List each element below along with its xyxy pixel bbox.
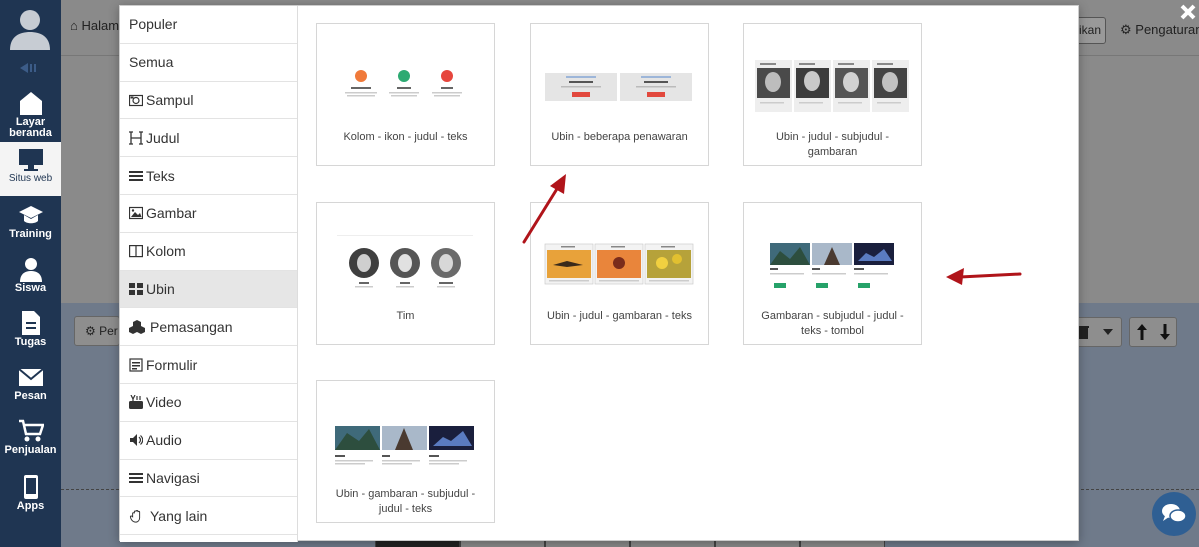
tile-preview: [335, 426, 474, 465]
camera-icon: [129, 94, 143, 107]
arrow-up-icon: [1137, 324, 1147, 340]
sidebar-item-label: Penjualan: [4, 444, 57, 456]
mobile-icon: [23, 475, 38, 499]
background-breadcrumb-home[interactable]: ⌂ Halam: [70, 18, 119, 33]
sidebar-item-label: Training: [9, 228, 52, 240]
tile-label: Ubin - judul - subjudul - gambaran: [775, 131, 890, 158]
category-kolom[interactable]: Kolom: [120, 233, 297, 271]
sidebar-item-label: Situs web: [8, 173, 53, 184]
category-list: Populer Semua Sampul Judul Teks Gambar K…: [120, 6, 298, 542]
envelope-icon: [17, 368, 44, 386]
category-semua[interactable]: Semua: [120, 44, 297, 82]
category-audio[interactable]: Audio: [120, 422, 297, 460]
gear-icon: ⚙: [1120, 22, 1132, 37]
columns-icon: [129, 245, 143, 258]
form-icon: [129, 357, 143, 372]
tile-label: Ubin - gambaran - subjudul - judul - tek…: [335, 488, 476, 515]
tile-tim[interactable]: Tim: [316, 202, 495, 345]
category-formulir[interactable]: Formulir: [120, 346, 297, 384]
sidebar-item-sales[interactable]: Penjualan: [0, 414, 61, 468]
background-bottom-tabs: [375, 540, 885, 547]
annotation-arrow-left: [946, 268, 1022, 285]
th-large-icon: [129, 282, 143, 295]
category-ubin[interactable]: Ubin: [120, 270, 297, 309]
tile-label: Kolom - ikon - judul - teks: [343, 131, 468, 143]
sidebar-item-label: Siswa: [14, 282, 47, 294]
tile-preview: [545, 73, 692, 101]
avatar-icon[interactable]: [7, 6, 53, 50]
chat-bubbles-icon: [1162, 504, 1186, 523]
monitor-icon: [18, 149, 43, 171]
hand-icon: [129, 509, 141, 523]
tile-ubin-beberapa-penawaran[interactable]: Ubin - beberapa penawaran: [530, 23, 709, 166]
sidebar-item-messages[interactable]: Pesan: [0, 360, 61, 414]
sidebar-item-apps[interactable]: Apps: [0, 470, 61, 524]
chat-button[interactable]: [1152, 492, 1196, 536]
youtube-icon: [129, 395, 143, 410]
tile-preview: [345, 70, 462, 97]
category-sampul[interactable]: Sampul: [120, 82, 297, 120]
graduation-cap-icon: [18, 206, 43, 224]
tile-gambaran-subjudul-judul-teks-tombol[interactable]: Gambaran - subjudul - judul - teks - tom…: [743, 202, 922, 345]
header-icon: [129, 131, 143, 145]
sidebar-item-training[interactable]: Training: [0, 198, 61, 252]
caret-down-icon: [1103, 329, 1113, 335]
home-icon: [19, 92, 42, 115]
arrow-down-icon: [1160, 324, 1170, 340]
sidebar-item-label: Apps: [16, 500, 45, 512]
category-populer[interactable]: Populer: [120, 6, 297, 44]
tile-preview: [755, 60, 909, 112]
image-icon: [129, 207, 143, 220]
tile-label: Ubin - beberapa penawaran: [551, 131, 688, 143]
sidebar-item-website[interactable]: Situs web: [0, 142, 61, 196]
category-gambar[interactable]: Gambar: [120, 195, 297, 233]
bars-icon: [129, 472, 143, 483]
category-judul[interactable]: Judul: [120, 119, 297, 158]
sidebar-item-label: Tugas: [14, 336, 47, 348]
background-move-buttons[interactable]: [1129, 317, 1177, 347]
sidebar-item-home[interactable]: Layar beranda: [0, 86, 61, 140]
gear-icon: ⚙: [85, 324, 96, 338]
cubes-icon: [129, 319, 145, 334]
category-pemasangan[interactable]: Pemasangan: [120, 308, 297, 347]
document-icon: [21, 311, 40, 335]
volume-icon: [130, 434, 143, 447]
sidebar-item-label: Pesan: [14, 390, 47, 402]
tile-preview: [770, 243, 894, 288]
category-yang-lain[interactable]: Yang lain: [120, 497, 297, 536]
annotation-arrow-up: [522, 174, 566, 244]
category-navigasi[interactable]: Navigasi: [120, 460, 297, 498]
tile-kolom-ikon-judul-teks[interactable]: Kolom - ikon - judul - teks: [316, 23, 495, 166]
block-picker-modal: Populer Semua Sampul Judul Teks Gambar K…: [119, 5, 1079, 542]
tile-ubin-gambaran-subjudul-judul-teks[interactable]: Ubin - gambaran - subjudul - judul - tek…: [316, 380, 495, 523]
tile-label: Tim: [396, 310, 415, 322]
tile-preview: [337, 235, 473, 288]
collapse-sidebar-icon[interactable]: [18, 60, 42, 76]
home-icon: ⌂: [70, 18, 78, 33]
background-settings-link[interactable]: ⚙ Pengaturan: [1120, 22, 1199, 38]
align-justify-icon: [129, 170, 143, 181]
sidebar-item-tasks[interactable]: Tugas: [0, 306, 61, 360]
category-teks[interactable]: Teks: [120, 157, 297, 195]
sidebar-item-students[interactable]: Siswa: [0, 252, 61, 306]
tile-label: Ubin - judul - gambaran - teks: [547, 310, 692, 322]
cart-icon: [18, 419, 44, 442]
tile-label: Gambaran - subjudul - judul - teks - tom…: [761, 310, 904, 337]
app-sidebar: Layar beranda Situs web Training Siswa T…: [0, 0, 61, 547]
close-icon[interactable]: [1178, 2, 1198, 22]
sidebar-item-label: Layar beranda: [9, 116, 52, 139]
tile-ubin-judul-subjudul-gambaran[interactable]: Ubin - judul - subjudul - gambaran: [743, 23, 922, 166]
category-video[interactable]: Video: [120, 384, 297, 422]
user-icon: [19, 258, 42, 282]
background-settings-button[interactable]: ⚙ Per: [74, 316, 120, 346]
